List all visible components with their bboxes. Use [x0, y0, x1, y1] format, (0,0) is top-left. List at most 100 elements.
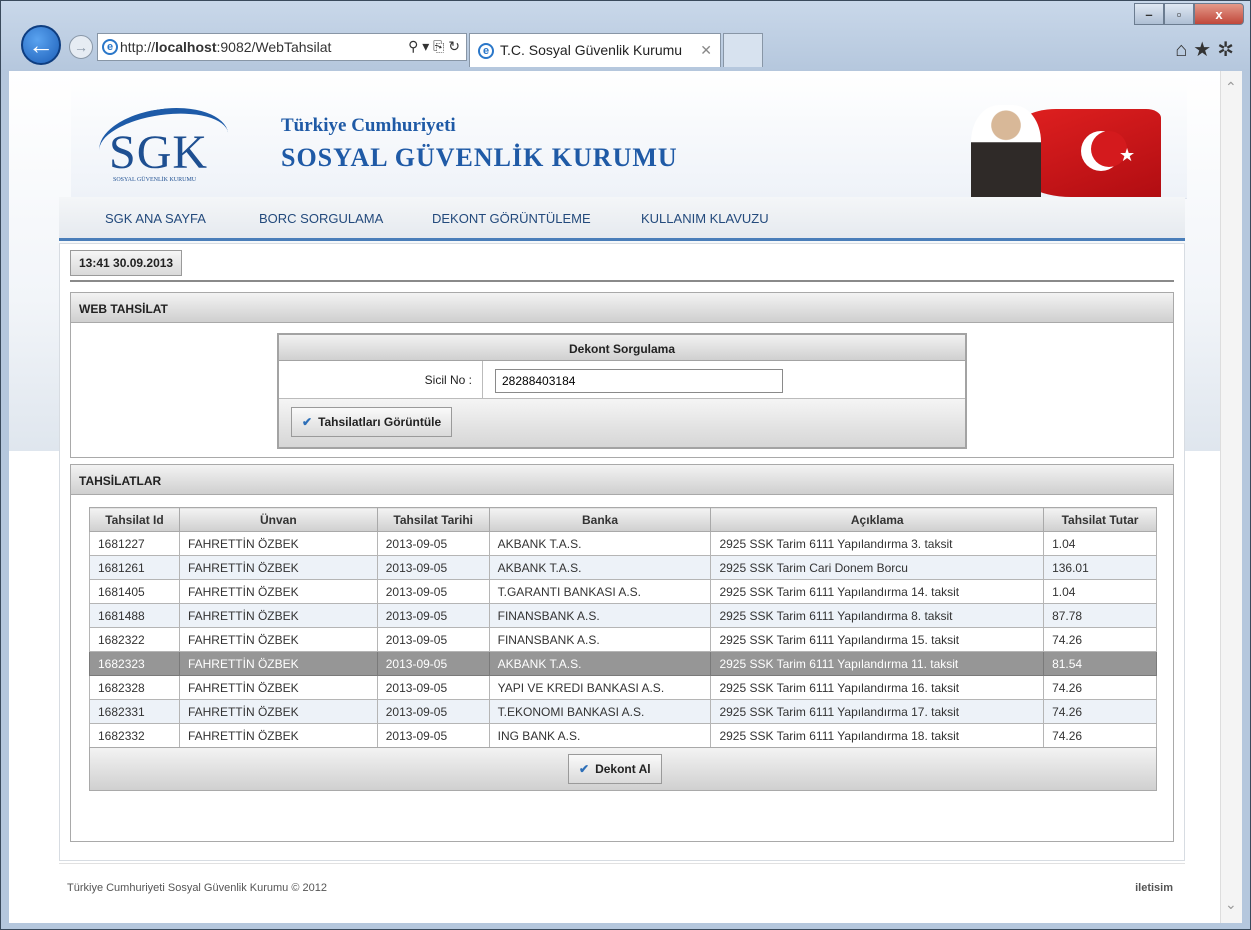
tahsilatlari-goruntule-label: Tahsilatları Görüntüle — [318, 415, 442, 429]
cell-banka: YAPI VE KREDI BANKASI A.S. — [488, 675, 712, 700]
check-icon: ✔ — [302, 415, 313, 429]
table-row[interactable]: 1682331 FAHRETTİN ÖZBEK 2013-09-05 T.EKONOM… — [89, 699, 1157, 724]
table-body: 1681227 FAHRETTİN ÖZBEK 2013-09-05 AKBANK T… — [89, 531, 1157, 748]
sgk-logo[interactable]: SGK SOSYAL GÜVENLİK KURUMU — [93, 100, 230, 187]
cell-unvan: FAHRETTİN ÖZBEK — [178, 579, 378, 604]
cell-tahsilat-tarihi: 2013-09-05 — [376, 579, 490, 604]
table-row[interactable]: 1681227 FAHRETTİN ÖZBEK 2013-09-05 AKBANK T… — [89, 531, 1157, 556]
nav-sgk-ana-sayfa[interactable]: SGK ANA SAYFA — [105, 211, 206, 226]
tahsilatlar-title: TAHSİLATLAR — [71, 465, 1173, 495]
cell-banka: AKBANK T.A.S. — [488, 651, 712, 676]
col-tahsilat-id[interactable]: Tahsilat Id — [89, 507, 180, 532]
cell-tahsilat-id: 1681227 — [89, 531, 180, 556]
page: SGK SOSYAL GÜVENLİK KURUMU Türkiye Cumhu… — [59, 71, 1187, 923]
table-row[interactable]: 1682322 FAHRETTİN ÖZBEK 2013-09-05 FINANSBA… — [89, 627, 1157, 652]
tab-ie-icon: e — [478, 43, 494, 59]
close-window-button[interactable]: x — [1194, 3, 1244, 25]
table-row[interactable]: 1682323 FAHRETTİN ÖZBEK 2013-09-05 AKBANK T… — [89, 651, 1157, 676]
cell-tahsilat-tutar: 74.26 — [1043, 723, 1157, 748]
scroll-down-icon[interactable]: ⌄ — [1225, 896, 1237, 913]
minimize-button[interactable]: – — [1134, 3, 1164, 25]
cell-tahsilat-id: 1682328 — [89, 675, 180, 700]
tahsilatlar-table: Tahsilat Id Ünvan Tahsilat Tarihi Banka … — [89, 507, 1157, 748]
dekont-al-button[interactable]: ✔ Dekont Al — [568, 754, 662, 784]
col-unvan[interactable]: Ünvan — [178, 507, 378, 532]
col-tahsilat-tutar[interactable]: Tahsilat Tutar — [1043, 507, 1157, 532]
content-area: 13:41 30.09.2013 WEB TAHSİLAT Dekont Sor… — [59, 243, 1185, 861]
cell-unvan: FAHRETTİN ÖZBEK — [178, 555, 378, 580]
col-tahsilat-tarihi[interactable]: Tahsilat Tarihi — [376, 507, 490, 532]
cell-tahsilat-id: 1682322 — [89, 627, 180, 652]
cell-aciklama: 2925 SSK Tarim 6111 Yapılandırma 14. tak… — [710, 579, 1045, 604]
site-footer: Türkiye Cumhuriyeti Sosyal Güvenlik Kuru… — [59, 863, 1185, 913]
dekont-al-label: Dekont Al — [595, 762, 651, 776]
toolbar-icons[interactable]: ⌂★✲ — [1175, 37, 1240, 62]
nav-borc-sorgulama[interactable]: BORC SORGULAMA — [259, 211, 383, 226]
cell-banka: AKBANK T.A.S. — [488, 531, 712, 556]
nav-dekont-goruntuleme[interactable]: DEKONT GÖRÜNTÜLEME — [432, 211, 591, 226]
cell-tahsilat-tutar: 74.26 — [1043, 675, 1157, 700]
cell-tahsilat-tutar: 1.04 — [1043, 579, 1157, 604]
tab-title: T.C. Sosyal Güvenlik Kurumu — [500, 42, 683, 58]
cell-aciklama: 2925 SSK Tarim Cari Donem Borcu — [710, 555, 1045, 580]
url-prefix: http:// — [120, 39, 156, 55]
col-banka[interactable]: Banka — [488, 507, 712, 532]
form-actions: ✔ Tahsilatları Görüntüle — [279, 399, 965, 447]
tahsilatlari-goruntule-button[interactable]: ✔ Tahsilatları Görüntüle — [291, 407, 453, 437]
scroll-up-icon[interactable]: ⌃ — [1225, 79, 1237, 96]
col-aciklama[interactable]: Açıklama — [710, 507, 1045, 532]
cell-unvan: FAHRETTİN ÖZBEK — [178, 723, 378, 748]
cell-tahsilat-id: 1682323 — [89, 651, 180, 676]
cell-tahsilat-id: 1682331 — [89, 699, 180, 724]
table-header-row: Tahsilat Id Ünvan Tahsilat Tarihi Banka … — [89, 507, 1157, 532]
nav-kullanim-klavuzu[interactable]: KULLANIM KLAVUZU — [641, 211, 769, 226]
sicil-label: Sicil No : — [279, 361, 483, 399]
cell-aciklama: 2925 SSK Tarim 6111 Yapılandırma 3. taks… — [710, 531, 1045, 556]
header-line2: SOSYAL GÜVENLİK KURUMU — [281, 143, 678, 172]
address-controls[interactable]: ⚲ ▾ ⎘ ↻ — [408, 38, 460, 55]
web-tahsilat-title: WEB TAHSİLAT — [71, 293, 1173, 323]
tab-close-icon[interactable]: ✕ — [700, 42, 712, 59]
new-tab-button[interactable] — [723, 33, 763, 67]
address-bar[interactable]: e http://localhost:9082/WebTahsilat ⚲ ▾ … — [97, 33, 467, 61]
cell-tahsilat-tarihi: 2013-09-05 — [376, 675, 490, 700]
cell-unvan: FAHRETTİN ÖZBEK — [178, 627, 378, 652]
cell-unvan: FAHRETTİN ÖZBEK — [178, 531, 378, 556]
cell-aciklama: 2925 SSK Tarim 6111 Yapılandırma 16. tak… — [710, 675, 1045, 700]
window-controls: – ▫ x — [1134, 3, 1244, 25]
cell-tahsilat-tarihi: 2013-09-05 — [376, 603, 490, 628]
cell-unvan: FAHRETTİN ÖZBEK — [178, 651, 378, 676]
cell-banka: FINANSBANK A.S. — [488, 603, 712, 628]
cell-aciklama: 2925 SSK Tarim 6111 Yapılandırma 11. tak… — [710, 651, 1045, 676]
cell-banka: T.GARANTI BANKASI A.S. — [488, 579, 712, 604]
table-row[interactable]: 1681405 FAHRETTİN ÖZBEK 2013-09-05 T.GARANT… — [89, 579, 1157, 604]
main-nav: SGK ANA SAYFA BORC SORGULAMA DEKONT GÖRÜ… — [59, 197, 1185, 241]
forward-button[interactable]: → — [69, 35, 93, 59]
cell-unvan: FAHRETTİN ÖZBEK — [178, 675, 378, 700]
browser-tab[interactable]: e T.C. Sosyal Güvenlik Kurumu ✕ — [469, 33, 721, 67]
cell-tahsilat-id: 1682332 — [89, 723, 180, 748]
cell-tahsilat-tutar: 1.04 — [1043, 531, 1157, 556]
header-line1: Türkiye Cumhuriyeti — [281, 115, 456, 136]
footer-contact-link[interactable]: iletisim — [1135, 882, 1173, 894]
logo-text: SGK — [109, 126, 209, 179]
browser-window: – ▫ x ← → e http://localhost:9082/WebTah… — [0, 0, 1251, 930]
cell-aciklama: 2925 SSK Tarim 6111 Yapılandırma 15. tak… — [710, 627, 1045, 652]
vertical-scrollbar[interactable]: ⌃ ⌄ — [1220, 71, 1242, 923]
maximize-button[interactable]: ▫ — [1164, 3, 1194, 25]
site-header: SGK SOSYAL GÜVENLİK KURUMU Türkiye Cumhu… — [71, 75, 1187, 199]
cell-unvan: FAHRETTİN ÖZBEK — [178, 603, 378, 628]
sicil-row: Sicil No : — [279, 361, 965, 399]
table-row[interactable]: 1681488 FAHRETTİN ÖZBEK 2013-09-05 FINANSBA… — [89, 603, 1157, 628]
web-tahsilat-panel: WEB TAHSİLAT Dekont Sorgulama Sicil No :… — [70, 292, 1174, 458]
cell-tahsilat-tarihi: 2013-09-05 — [376, 531, 490, 556]
portrait-image — [971, 105, 1041, 197]
table-row[interactable]: 1682328 FAHRETTİN ÖZBEK 2013-09-05 YAPI VE … — [89, 675, 1157, 700]
table-row[interactable]: 1682332 FAHRETTİN ÖZBEK 2013-09-05 ING BANK… — [89, 723, 1157, 748]
cell-tahsilat-id: 1681488 — [89, 603, 180, 628]
back-button[interactable]: ← — [21, 25, 61, 65]
table-row[interactable]: 1681261 FAHRETTİN ÖZBEK 2013-09-05 AKBANK T… — [89, 555, 1157, 580]
cell-aciklama: 2925 SSK Tarim 6111 Yapılandırma 18. tak… — [710, 723, 1045, 748]
flag-image: ★ — [971, 101, 1161, 197]
sicil-input[interactable] — [495, 369, 783, 393]
